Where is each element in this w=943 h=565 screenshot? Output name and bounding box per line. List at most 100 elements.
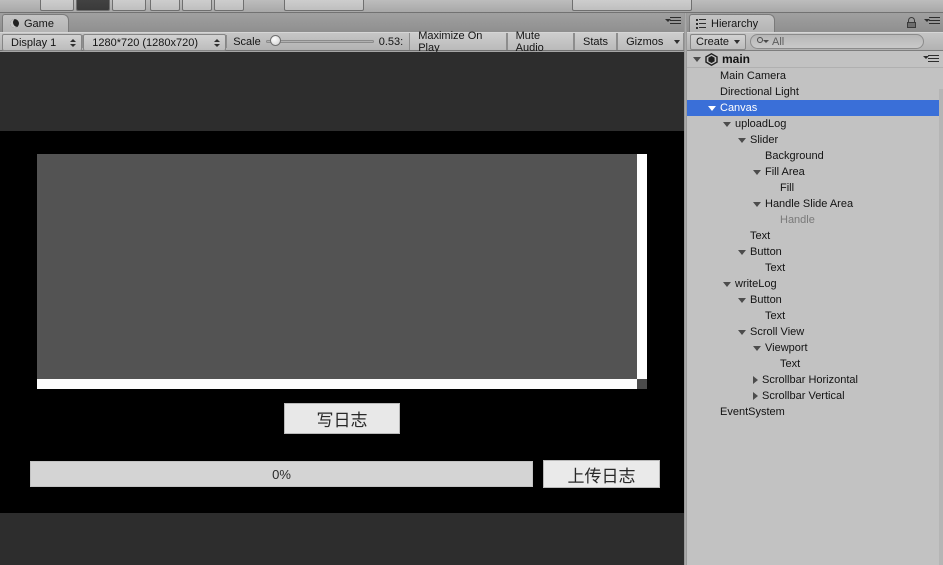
hierarchy-item-text[interactable]: Text — [687, 260, 943, 276]
collapse-arrow-icon[interactable] — [753, 392, 758, 400]
scrollbar-vertical[interactable] — [637, 154, 647, 379]
expand-arrow-icon[interactable] — [753, 201, 761, 207]
hierarchy-tree[interactable]: main Main Camera Directional Light Canvas u… — [687, 51, 943, 565]
hierarchy-item-text[interactable]: Text — [687, 228, 943, 244]
game-panel-options-icon[interactable] — [665, 16, 681, 28]
write-log-button-label: 写日志 — [316, 411, 368, 431]
hierarchy-item-label: EventSystem — [720, 406, 785, 418]
hierarchy-item-text[interactable]: Text — [687, 308, 943, 324]
hierarchy-item-writelog[interactable]: writeLog — [687, 276, 943, 292]
create-button[interactable]: Create — [690, 33, 747, 50]
hierarchy-item-scrollbar-horizontal[interactable]: Scrollbar Horizontal — [687, 372, 943, 388]
toolbar-tool-button-4[interactable] — [150, 0, 180, 11]
hierarchy-item-label: Viewport — [765, 342, 808, 354]
hierarchy-item-label: Canvas — [720, 102, 758, 114]
chevron-down-icon — [734, 39, 741, 44]
stats-label: Stats — [582, 35, 609, 48]
expand-arrow-icon[interactable] — [723, 121, 731, 127]
scrollbar-horizontal[interactable] — [37, 379, 637, 389]
upload-progress-slider[interactable]: 0% — [30, 461, 533, 487]
expand-arrow-icon[interactable] — [753, 169, 761, 175]
scroll-view-viewport — [37, 154, 637, 379]
hierarchy-item-handle-slide-area[interactable]: Handle Slide Area — [687, 196, 943, 212]
hierarchy-item-label: Slider — [750, 134, 779, 146]
scene-row-options-icon[interactable] — [923, 54, 939, 64]
upload-progress-label: 0% — [272, 466, 291, 482]
unity-editor-window: Game Display 1 1280*720 (1280x720) Scale — [0, 0, 943, 565]
toolbar-tool-button-1[interactable] — [40, 0, 74, 11]
hierarchy-item-button[interactable]: Button — [687, 292, 943, 308]
gizmos-dropdown-caret-icon[interactable] — [671, 33, 684, 50]
hierarchy-item-fill-area[interactable]: Fill Area — [687, 164, 943, 180]
hierarchy-item-main-camera[interactable]: Main Camera — [687, 68, 943, 84]
hierarchy-item-handle[interactable]: Handle — [687, 212, 943, 228]
tab-game-label: Game — [24, 17, 54, 30]
hierarchy-panel-options-icon[interactable] — [924, 16, 940, 28]
hierarchy-item-text[interactable]: Text — [687, 356, 943, 372]
expand-arrow-icon[interactable] — [738, 297, 746, 303]
write-log-button[interactable]: 写日志 — [284, 403, 400, 434]
expand-arrow-icon[interactable] — [738, 249, 746, 255]
hierarchy-item-slider[interactable]: Slider — [687, 132, 943, 148]
hierarchy-item-canvas[interactable]: Canvas — [687, 100, 943, 116]
toolbar-layers-dropdown[interactable] — [572, 0, 692, 11]
expand-arrow-icon[interactable] — [723, 281, 731, 287]
game-render-surface[interactable]: 写日志 0% 上传日志 — [0, 131, 684, 513]
hierarchy-item-label: Main Camera — [720, 70, 787, 82]
expand-arrow-icon[interactable] — [738, 329, 746, 335]
toolbar-tool-button-5[interactable] — [182, 0, 212, 11]
scrollbar-vertical-handle[interactable] — [637, 154, 647, 379]
gizmos-toggle[interactable]: Gizmos — [617, 33, 672, 50]
toolbar-tool-button-2-active[interactable] — [76, 0, 110, 11]
maximize-on-play-toggle[interactable]: Maximize On Play — [409, 30, 507, 54]
display-dropdown[interactable]: Display 1 — [2, 34, 83, 51]
hierarchy-item-label: Button — [750, 294, 782, 306]
hierarchy-item-label: uploadLog — [735, 118, 787, 130]
hierarchy-item-label: Button — [750, 246, 782, 258]
stats-toggle[interactable]: Stats — [573, 33, 618, 50]
expand-arrow-icon[interactable] — [738, 137, 746, 143]
toolbar-tool-button-6[interactable] — [214, 0, 244, 11]
tab-game[interactable]: Game — [2, 14, 69, 32]
upload-log-button[interactable]: 上传日志 — [543, 460, 660, 488]
hierarchy-item-label: Text — [780, 358, 801, 370]
toolbar-play-controls[interactable] — [284, 0, 364, 11]
hierarchy-item-directional-light[interactable]: Directional Light — [687, 84, 943, 100]
hierarchy-item-background[interactable]: Background — [687, 148, 943, 164]
scrollbar-corner — [637, 379, 647, 389]
mute-audio-toggle[interactable]: Mute Audio — [506, 30, 574, 54]
hierarchy-search-input[interactable]: All — [750, 34, 924, 49]
hierarchy-item-viewport[interactable]: Viewport — [687, 340, 943, 356]
tab-hierarchy-label: Hierarchy — [711, 17, 759, 30]
hierarchy-root-row[interactable]: main — [687, 51, 943, 68]
scrollbar-horizontal-handle[interactable] — [37, 379, 637, 389]
hierarchy-item-uploadlog[interactable]: uploadLog — [687, 116, 943, 132]
hierarchy-item-label: Scroll View — [750, 326, 805, 338]
resolution-dropdown[interactable]: 1280*720 (1280x720) — [83, 34, 227, 51]
scroll-view[interactable] — [37, 154, 647, 389]
hierarchy-item-label: writeLog — [735, 278, 777, 290]
expand-arrow-icon[interactable] — [753, 345, 761, 351]
root-expand-arrow-icon[interactable] — [693, 56, 701, 62]
collapse-arrow-icon[interactable] — [753, 376, 758, 384]
expand-arrow-icon[interactable] — [708, 105, 716, 111]
hierarchy-item-label: Scrollbar Horizontal — [762, 374, 858, 386]
toolbar-tool-button-3[interactable] — [112, 0, 146, 11]
game-view-toolbar: Display 1 1280*720 (1280x720) Scale 0.53… — [0, 30, 684, 54]
hierarchy-item-label: Text — [750, 230, 771, 242]
hierarchy-item-label: Directional Light — [720, 86, 799, 98]
hierarchy-item-button[interactable]: Button — [687, 244, 943, 260]
hierarchy-item-eventsystem[interactable]: EventSystem — [687, 404, 943, 420]
hierarchy-tabrow: Hierarchy — [687, 13, 943, 32]
hierarchy-scrollbar[interactable] — [939, 89, 943, 565]
hierarchy-item-scrollbar-vertical[interactable]: Scrollbar Vertical — [687, 388, 943, 404]
scale-slider[interactable] — [265, 35, 374, 48]
hierarchy-item-scroll-view[interactable]: Scroll View — [687, 324, 943, 340]
hierarchy-toolbar: Create All — [687, 32, 943, 51]
gizmos-label: Gizmos — [626, 35, 664, 48]
hierarchy-item-fill[interactable]: Fill — [687, 180, 943, 196]
lock-open-icon[interactable] — [907, 17, 917, 28]
upload-log-button-label: 上传日志 — [567, 466, 636, 487]
scale-control[interactable]: Scale 0.53: — [227, 33, 409, 50]
tab-hierarchy[interactable]: Hierarchy — [689, 14, 776, 32]
